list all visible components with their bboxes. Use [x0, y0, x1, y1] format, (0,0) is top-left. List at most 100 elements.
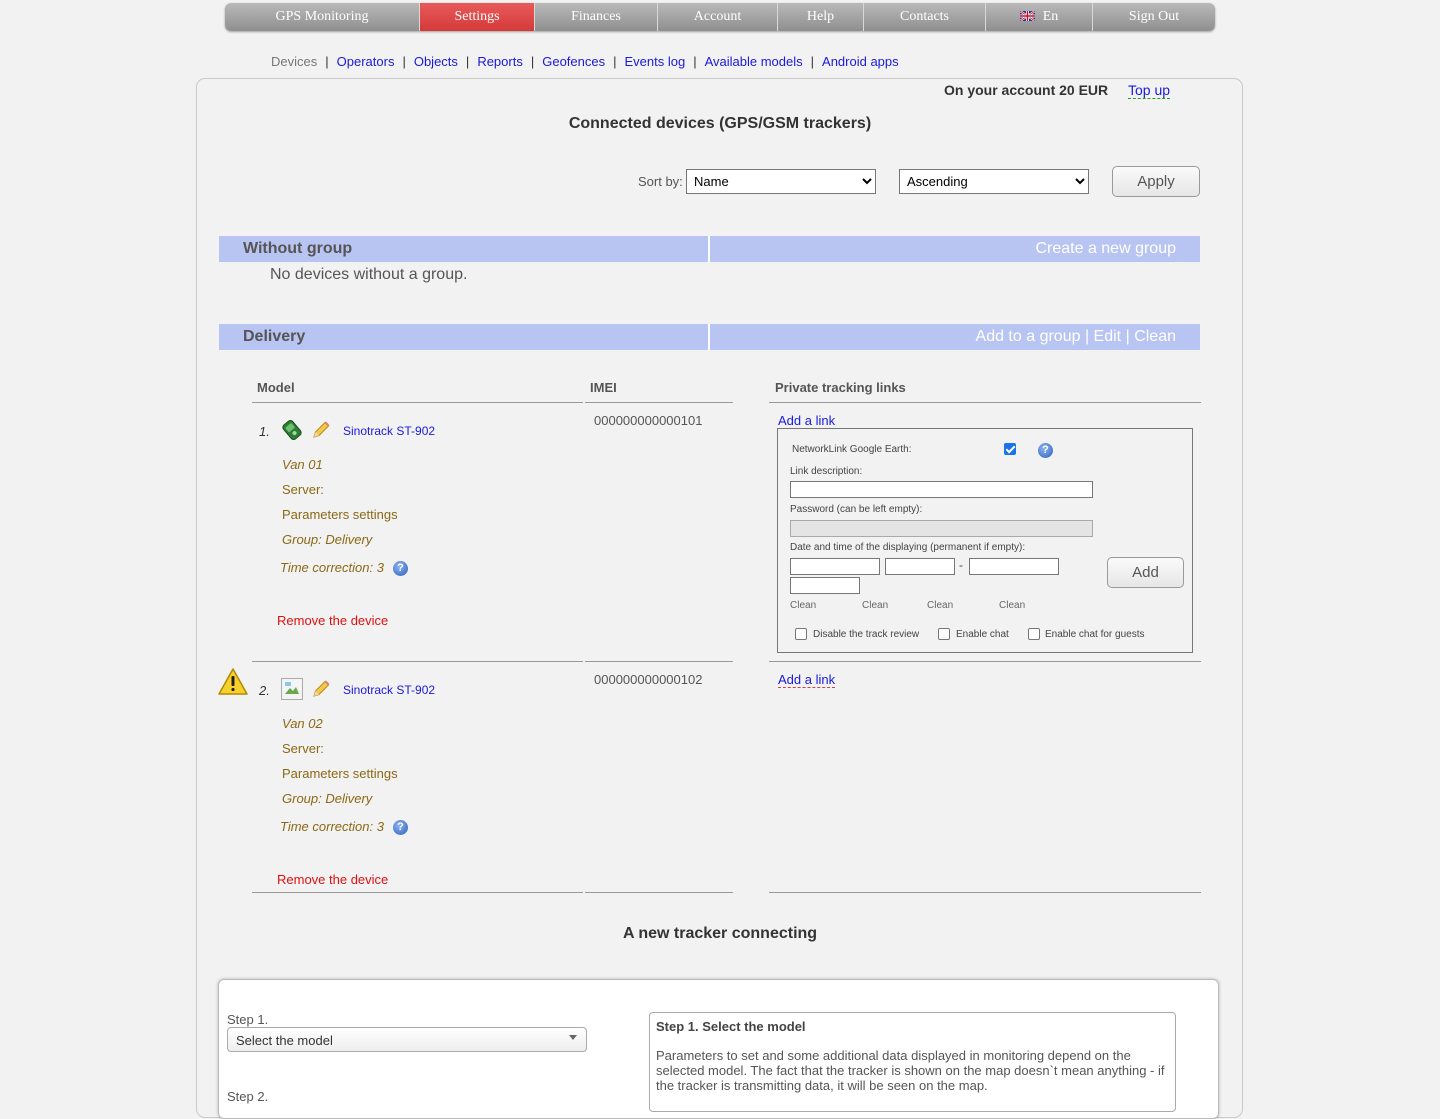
time-correction[interactable]: Time correction: 3: [280, 819, 384, 834]
range-separator: -: [959, 558, 963, 572]
remove-device-link[interactable]: Remove the device: [277, 872, 388, 887]
subnav-separator: |: [465, 54, 470, 69]
column-header-model: Model: [257, 380, 295, 395]
enable-chat-guests-checkbox[interactable]: [1028, 628, 1040, 640]
model-select-value: Select the model: [236, 1033, 333, 1048]
help-icon[interactable]: ?: [393, 561, 408, 576]
subnav-android-apps[interactable]: Android apps: [822, 54, 899, 69]
sort-order-select[interactable]: Ascending: [899, 169, 1089, 194]
new-tracker-title: A new tracker connecting: [622, 925, 818, 942]
password-label: Password (can be left empty):: [790, 504, 923, 515]
add-to-group-link[interactable]: Add to a group: [976, 328, 1081, 345]
parameters-settings-link[interactable]: Parameters settings: [282, 766, 398, 781]
group-bar-delivery: Delivery Add to a group | Edit | Clean: [219, 324, 1200, 350]
account-balance: On your account 20 EUR: [944, 82, 1109, 98]
enable-chat-checkbox[interactable]: [938, 628, 950, 640]
add-link-button[interactable]: Add: [1107, 557, 1184, 588]
password-input[interactable]: [790, 520, 1093, 537]
device-group[interactable]: Group: Delivery: [282, 532, 372, 547]
step2-label: Step 2.: [227, 1089, 269, 1104]
subnav-available-models[interactable]: Available models: [705, 54, 803, 69]
help-icon[interactable]: ?: [393, 820, 408, 835]
subnav-separator: |: [402, 54, 406, 69]
add-link-link[interactable]: Add a link: [778, 413, 836, 429]
device-imei: 000000000000102: [594, 672, 703, 687]
help-icon[interactable]: ?: [1038, 443, 1053, 458]
clean-end-time-link[interactable]: Clean: [999, 600, 1025, 611]
subnav-reports[interactable]: Reports: [477, 54, 523, 69]
subnav-events-log[interactable]: Events log: [625, 54, 686, 69]
clean-start-time-link[interactable]: Clean: [862, 600, 888, 611]
clean-group-link[interactable]: Clean: [1134, 328, 1176, 345]
uk-flag-icon: [1019, 11, 1035, 21]
step-help-text: Parameters to set and some additional da…: [656, 1048, 1165, 1093]
disable-track-review-checkbox[interactable]: [795, 628, 807, 640]
link-description-input[interactable]: [790, 481, 1093, 498]
group-title: Delivery: [243, 328, 306, 345]
subnav-devices[interactable]: Devices: [271, 54, 317, 69]
language-label: En: [1042, 9, 1059, 24]
remove-device-link[interactable]: Remove the device: [277, 613, 388, 628]
add-link-link[interactable]: Add a link: [778, 672, 836, 688]
create-group-link[interactable]: Create a new group: [1035, 240, 1176, 258]
divider: [585, 661, 733, 662]
broken-image-icon: [281, 678, 303, 700]
device-name[interactable]: Van 02: [282, 716, 323, 731]
end-time-input[interactable]: [790, 577, 860, 594]
nav-help[interactable]: Help: [778, 3, 864, 31]
networklink-checkbox[interactable]: [1004, 443, 1016, 455]
divider: [769, 402, 1201, 403]
device-model-link[interactable]: Sinotrack ST-902: [343, 424, 435, 438]
nav-contacts[interactable]: Contacts: [864, 3, 986, 31]
device-name[interactable]: Van 01: [282, 457, 323, 472]
top-up-link[interactable]: Top up: [1128, 82, 1171, 99]
column-header-imei: IMEI: [590, 380, 617, 395]
nav-sign-out[interactable]: Sign Out: [1093, 3, 1215, 31]
networklink-label: NetworkLink Google Earth:: [792, 444, 912, 455]
nav-language[interactable]: En: [986, 3, 1093, 31]
datetime-label: Date and time of the displaying (permane…: [790, 542, 1026, 553]
page-title: Connected devices (GPS/GSM trackers): [568, 115, 872, 132]
tracking-link-form: [777, 428, 1193, 653]
clean-start-date-link[interactable]: Clean: [790, 600, 816, 611]
sort-field-select[interactable]: Name: [686, 169, 876, 194]
no-devices-text: No devices without a group.: [270, 266, 468, 283]
subnav-separator: |: [530, 54, 535, 69]
disable-track-review-label: Disable the track review: [813, 629, 920, 640]
dropdown-arrow-icon: [569, 1035, 577, 1040]
device-number: 1.: [259, 424, 270, 439]
nav-account[interactable]: Account: [658, 3, 778, 31]
step-help-title: Step 1. Select the model: [656, 1019, 806, 1034]
group-title: Without group: [243, 240, 353, 257]
nav-gps-monitoring[interactable]: GPS Monitoring: [225, 3, 420, 31]
model-select[interactable]: Select the model: [227, 1027, 587, 1052]
device-imei: 000000000000101: [594, 413, 703, 428]
device-model-link[interactable]: Sinotrack ST-902: [343, 683, 435, 697]
divider: [252, 892, 583, 893]
apply-button[interactable]: Apply: [1112, 166, 1200, 197]
top-navigation: GPS Monitoring Settings Finances Account…: [225, 3, 1215, 31]
group-bar-without-group: Without group Create a new group: [219, 236, 1200, 262]
device-group[interactable]: Group: Delivery: [282, 791, 372, 806]
subnav-objects[interactable]: Objects: [414, 54, 458, 69]
link-description-label: Link description:: [790, 466, 863, 477]
edit-pencil-icon[interactable]: [310, 678, 332, 700]
start-time-input[interactable]: [885, 558, 955, 575]
subnav-operators[interactable]: Operators: [337, 54, 395, 69]
edit-pencil-icon[interactable]: [310, 419, 332, 441]
device-server: Server:: [282, 741, 324, 756]
edit-group-link[interactable]: Edit: [1094, 328, 1122, 345]
warning-icon: [218, 668, 248, 695]
device-server: Server:: [282, 482, 324, 497]
enable-chat-guests-label: Enable chat for guests: [1045, 629, 1145, 640]
sort-label: Sort by:: [638, 174, 683, 189]
nav-finances[interactable]: Finances: [535, 3, 658, 31]
time-correction[interactable]: Time correction: 3: [280, 560, 384, 575]
divider: [252, 661, 583, 662]
nav-settings[interactable]: Settings: [420, 3, 535, 31]
subnav-geofences[interactable]: Geofences: [542, 54, 605, 69]
parameters-settings-link[interactable]: Parameters settings: [282, 507, 398, 522]
start-date-input[interactable]: [790, 558, 880, 575]
clean-end-date-link[interactable]: Clean: [927, 600, 953, 611]
end-date-input[interactable]: [969, 558, 1059, 575]
